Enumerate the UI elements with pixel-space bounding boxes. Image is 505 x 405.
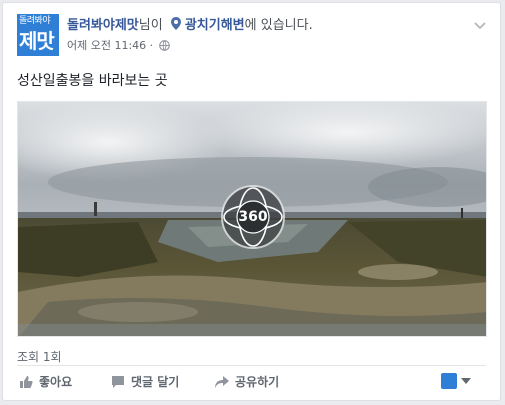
360-label: 360 [238, 209, 268, 225]
post-caption: 성산일출봉을 바라보는 곳 [17, 73, 168, 89]
share-button[interactable]: 공유하기 [215, 369, 279, 395]
divider [17, 365, 486, 366]
share-label: 공유하기 [235, 375, 280, 389]
post-card: 돌려봐야 제맛 돌려봐야제맛님이 광치기해변에 있습니다. 어제 오전 11:4… [2, 2, 501, 401]
post-options-chevron-icon[interactable] [472, 17, 488, 33]
post-header: 돌려봐야제맛님이 광치기해변에 있습니다. [67, 17, 313, 35]
share-as-page-selector[interactable] [441, 373, 471, 391]
view-count: 조회 1회 [17, 350, 62, 364]
share-arrow-icon [215, 376, 229, 388]
video-360-player[interactable]: 360 [17, 101, 487, 337]
post-meta: 어제 오전 11:46 · [67, 37, 170, 54]
timestamp-link[interactable]: 어제 오전 11:46 · [67, 39, 157, 52]
comment-button[interactable]: 댓글 달기 [111, 369, 179, 395]
globe-icon [158, 40, 170, 54]
avatar-text-bottom: 제맛 [19, 29, 55, 53]
location-link[interactable]: 광치기해변 [185, 18, 245, 33]
page-name-link[interactable]: 돌려봐야제맛 [67, 18, 139, 33]
like-label: 좋아요 [39, 375, 73, 389]
page-avatar[interactable]: 돌려봐야 제맛 [17, 14, 59, 56]
caret-down-icon [461, 378, 471, 384]
thumbs-up-icon [20, 376, 33, 388]
avatar-text-top: 돌려봐야 [19, 16, 51, 26]
page-thumbnail [441, 373, 457, 389]
name-suffix: 님이 [138, 18, 163, 33]
comment-icon [112, 376, 124, 388]
location-pin-icon [170, 17, 183, 35]
location-suffix: 에 있습니다. [244, 18, 313, 33]
comment-label: 댓글 달기 [131, 375, 180, 389]
action-bar: 좋아요 댓글 달기 공유하기 [17, 369, 487, 395]
360-badge[interactable]: 360 [220, 184, 286, 250]
like-button[interactable]: 좋아요 [19, 369, 72, 395]
